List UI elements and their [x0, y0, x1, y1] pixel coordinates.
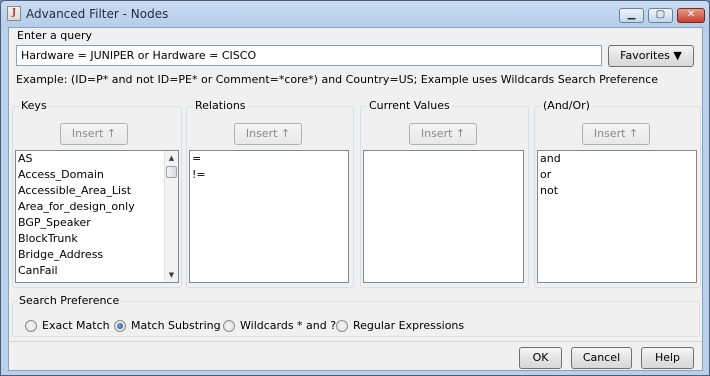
search-preference-panel: Search Preference Exact Match Match Subs… [12, 294, 700, 337]
relations-panel: Relations Insert ↑ = != [186, 99, 354, 288]
list-item[interactable]: != [190, 167, 348, 183]
query-example-text: Example: (ID=P* and not ID=PE* or Commen… [16, 73, 659, 86]
list-item[interactable]: or [538, 167, 696, 183]
help-button[interactable]: Help [641, 347, 694, 369]
list-item[interactable]: Access_Domain [16, 167, 178, 183]
keys-panel: Keys Insert ↑ AS Access_Domain Accessibl… [12, 99, 182, 288]
close-icon: ✕ [686, 9, 696, 20]
relations-list[interactable]: = != [189, 150, 349, 283]
keys-scrollbar[interactable]: ▲ ▼ [164, 151, 178, 282]
radio-button[interactable] [336, 319, 348, 332]
andor-title: (And/Or) [541, 99, 592, 112]
query-label: Enter a query [17, 29, 93, 42]
andor-list[interactable]: and or not [537, 150, 697, 283]
list-item[interactable]: AS [16, 151, 178, 167]
list-item[interactable]: BGP_Speaker [16, 215, 178, 231]
minimize-button[interactable]: ▁ [619, 8, 644, 23]
window-title: Advanced Filter - Nodes [26, 7, 169, 21]
minimize-icon: ▁ [627, 9, 636, 20]
cancel-button[interactable]: Cancel [571, 347, 632, 369]
radio-label: Regular Expressions [353, 319, 465, 332]
keys-insert-button[interactable]: Insert ↑ [60, 123, 128, 145]
maximize-button[interactable]: ▢ [648, 8, 673, 23]
search-preference-title: Search Preference [17, 294, 122, 307]
radio-button[interactable] [25, 319, 37, 332]
list-item[interactable]: Area_for_design_only [16, 199, 178, 215]
radio-match-substring[interactable]: Match Substring [114, 319, 221, 332]
scroll-up-arrow-icon[interactable]: ▲ [165, 151, 178, 165]
scroll-down-arrow-icon[interactable]: ▼ [165, 268, 178, 282]
list-item[interactable]: and [538, 151, 696, 167]
divider [9, 341, 702, 342]
radio-wildcards[interactable]: Wildcards * and ? [223, 319, 336, 332]
favorites-button[interactable]: Favorites ▼ [608, 45, 694, 67]
radio-label: Wildcards * and ? [240, 319, 337, 332]
java-app-icon: J [7, 6, 21, 21]
ok-button[interactable]: OK [519, 347, 562, 369]
title-bar[interactable]: J Advanced Filter - Nodes ▁ ▢ ✕ [1, 1, 709, 27]
radio-label: Exact Match [42, 319, 110, 332]
radio-exact-match[interactable]: Exact Match [25, 319, 110, 332]
list-item[interactable]: Bridge_Address [16, 247, 178, 263]
current-values-list[interactable] [363, 150, 524, 283]
current-values-title: Current Values [367, 99, 452, 112]
list-item[interactable]: not [538, 183, 696, 199]
relations-insert-button[interactable]: Insert ↑ [234, 123, 302, 145]
relations-title: Relations [193, 99, 248, 112]
current-values-panel: Current Values Insert ↑ [360, 99, 529, 288]
scroll-thumb[interactable] [166, 166, 177, 178]
list-item[interactable]: CanFail [16, 263, 178, 279]
keys-list[interactable]: AS Access_Domain Accessible_Area_List Ar… [15, 150, 179, 283]
radio-button-selected[interactable] [114, 319, 126, 332]
list-item[interactable]: BlockTrunk [16, 231, 178, 247]
radio-label: Match Substring [131, 319, 221, 332]
dialog-window: J Advanced Filter - Nodes ▁ ▢ ✕ Enter a … [0, 0, 710, 376]
dialog-content: Enter a query Favorites ▼ Example: (ID=P… [8, 27, 703, 371]
maximize-icon: ▢ [655, 9, 666, 20]
current-values-insert-button[interactable]: Insert ↑ [409, 123, 477, 145]
close-button[interactable]: ✕ [677, 8, 705, 23]
list-item[interactable]: = [190, 151, 348, 167]
radio-button[interactable] [223, 319, 235, 332]
andor-insert-button[interactable]: Insert ↑ [582, 123, 650, 145]
keys-title: Keys [19, 99, 49, 112]
query-input[interactable] [16, 45, 602, 66]
radio-regular-expressions[interactable]: Regular Expressions [336, 319, 464, 332]
andor-panel: (And/Or) Insert ↑ and or not [534, 99, 701, 288]
list-item[interactable]: Accessible_Area_List [16, 183, 178, 199]
